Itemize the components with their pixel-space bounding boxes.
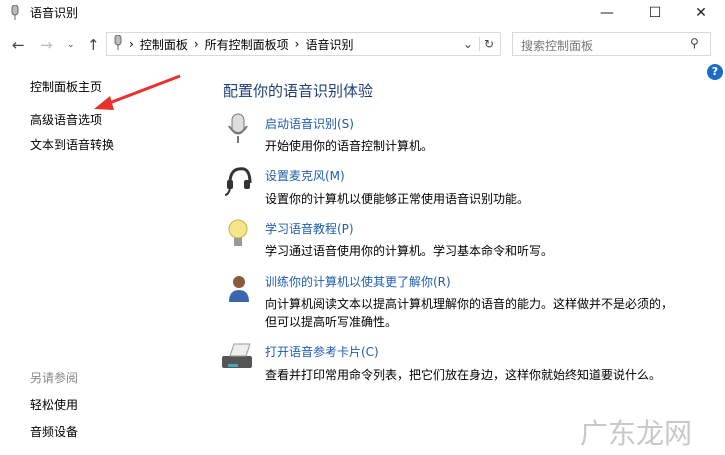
task-start-speech-link[interactable]: 启动语音识别(S) [265, 115, 354, 132]
microphone-icon [10, 4, 20, 21]
task-train-link[interactable]: 训练你的计算机以使其更了解你(R) [265, 273, 451, 290]
headset-icon [224, 165, 252, 197]
window-title: 语音识别 [30, 6, 79, 20]
page-title: 配置你的语音识别体验 [223, 82, 374, 100]
separator: › [193, 37, 199, 51]
printer-icon [220, 342, 254, 374]
microphone-icon [224, 112, 252, 144]
lightbulb-icon [224, 218, 252, 250]
help-icon[interactable]: ? [707, 64, 723, 80]
search-input[interactable]: 搜索控制面板 [512, 32, 711, 56]
breadcrumb-control-panel[interactable]: 控制面板 [140, 36, 188, 53]
task-description: 向计算机阅读文本以提高计算机理解你的语音的能力。这样做并不是必须的，但可以提高听… [265, 297, 674, 329]
minimize-button[interactable]: — [584, 0, 630, 26]
task-description: 学习通过语音使用你的计算机。学习基本命令和听写。 [265, 244, 554, 258]
sidebar-item-tts[interactable]: 文本到语音转换 [30, 136, 114, 153]
see-also-ease-of-access[interactable]: 轻松使用 [30, 396, 78, 413]
see-also-title: 另请参阅 [30, 371, 79, 385]
breadcrumb-speech[interactable]: 语音识别 [305, 36, 353, 53]
maximize-button[interactable]: ☐ [632, 0, 678, 26]
back-icon[interactable]: ← [12, 36, 25, 54]
address-dropdown-icon[interactable]: ⌄ [463, 37, 473, 51]
red-arrow-annotation [94, 74, 181, 110]
search-icon[interactable]: ⚲ [690, 36, 699, 50]
task-setup-mic-link[interactable]: 设置麦克风(M) [265, 167, 345, 184]
user-icon [224, 272, 252, 304]
refresh-icon[interactable]: ↻ [478, 37, 494, 51]
task-description: 开始使用你的语音控制计算机。 [265, 139, 434, 153]
breadcrumb-all-items[interactable]: 所有控制面板项 [205, 36, 289, 53]
separator: › [129, 37, 134, 51]
microphone-icon [113, 34, 123, 54]
see-also-audio-devices[interactable]: 音频设备 [30, 423, 78, 440]
watermark: 广东龙网 [580, 417, 693, 450]
separator: › [294, 37, 300, 51]
forward-icon[interactable]: → [40, 36, 53, 54]
task-tutorial-link[interactable]: 学习语音教程(P) [265, 220, 354, 237]
address-bar[interactable]: › 控制面板 › 所有控制面板项 › 语音识别 ⌄ ↻ [106, 32, 501, 56]
close-button[interactable]: ✕ [678, 0, 724, 26]
task-description: 设置你的计算机以便能够正常使用语音识别功能。 [265, 192, 530, 206]
recent-dropdown-icon[interactable]: ⌄ [67, 40, 75, 50]
task-description: 查看并打印常用命令列表，把它们放在身边，这样你就始终知道要说什么。 [265, 368, 662, 382]
up-icon[interactable]: ↑ [87, 36, 100, 54]
task-reference-card-link[interactable]: 打开语音参考卡片(C) [265, 343, 379, 360]
